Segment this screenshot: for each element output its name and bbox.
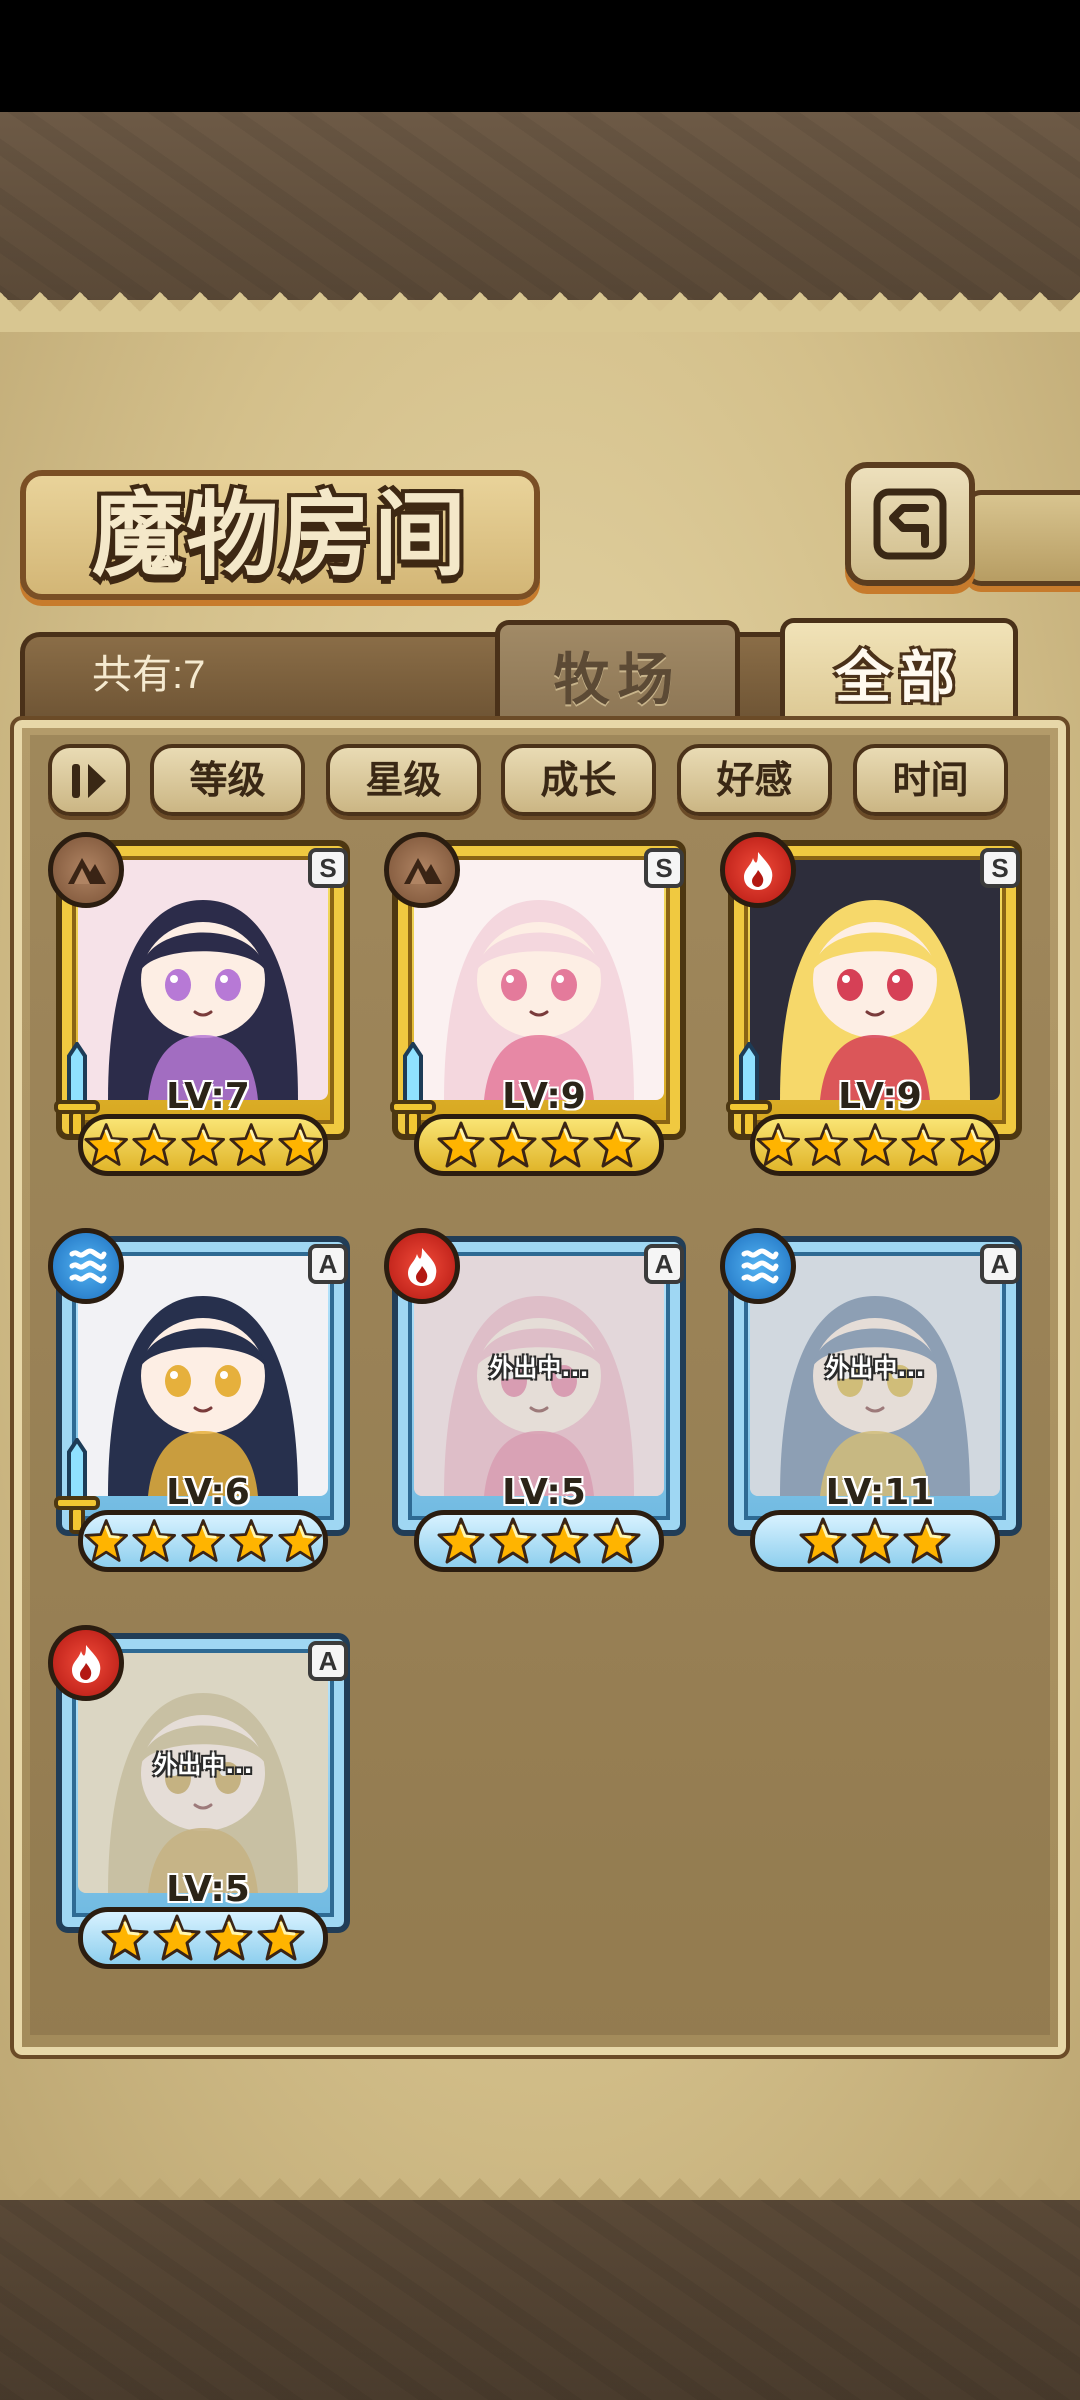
star-icon [84, 1123, 128, 1166]
star-icon [489, 1517, 537, 1564]
star-rating [750, 1114, 1000, 1176]
earth-element-badge [48, 832, 124, 908]
monster-count: 共有:7 [92, 653, 206, 697]
star-icon [437, 1517, 485, 1564]
star-icon [84, 1519, 128, 1562]
sort-by-star-button[interactable]: 星级 [326, 744, 481, 816]
rank-badge: S [308, 848, 348, 888]
water-element-icon [741, 1248, 779, 1284]
outing-status: 外出中... [489, 1354, 589, 1382]
monster-portrait [78, 1256, 328, 1496]
star-icon [101, 1914, 149, 1961]
back-arrow-icon [873, 488, 947, 560]
monster-card[interactable]: A 外出中... LV:5 [48, 1625, 358, 1970]
sort-order-toggle[interactable] [48, 744, 130, 816]
outing-status: 外出中... [825, 1354, 925, 1382]
monster-card[interactable]: A LV:6 [48, 1228, 358, 1573]
tab-ranch[interactable]: 牧场 [495, 620, 740, 732]
monster-card[interactable]: S LV:9 [720, 832, 1030, 1177]
fire-element-icon [744, 852, 773, 890]
star-rating [78, 1907, 328, 1969]
star-icon [541, 1121, 589, 1168]
panel-edge-top [0, 292, 1080, 332]
star-icon [489, 1121, 537, 1168]
monster-card[interactable]: A 外出中... LV:5 [384, 1228, 694, 1573]
status-bar [0, 0, 1080, 112]
earth-element-icon [68, 858, 106, 884]
star-icon [132, 1519, 177, 1562]
earth-element-icon [404, 858, 442, 884]
water-element-badge [720, 1228, 796, 1304]
map-background-top [0, 112, 1080, 302]
star-icon [804, 1123, 849, 1166]
star-icon [278, 1519, 322, 1562]
star-icon [799, 1517, 847, 1564]
star-icon [229, 1123, 274, 1166]
rank-badge: A [308, 1244, 348, 1284]
rank-badge: A [308, 1641, 348, 1681]
star-icon [437, 1121, 485, 1168]
monster-card[interactable]: S LV:9 [384, 832, 694, 1177]
water-element-icon [69, 1248, 107, 1284]
star-icon [229, 1519, 274, 1562]
sort-order-icon [72, 764, 106, 798]
star-icon [541, 1517, 589, 1564]
star-icon [257, 1914, 305, 1961]
rank-badge: S [980, 848, 1020, 888]
star-icon [205, 1914, 253, 1961]
map-background-bottom [0, 2200, 1080, 2400]
star-icon [593, 1517, 641, 1564]
star-icon [181, 1123, 225, 1166]
back-button-rail [965, 490, 1080, 586]
monster-portrait [750, 860, 1000, 1100]
earth-element-badge [384, 832, 460, 908]
rank-badge: A [644, 1244, 684, 1284]
fire-element-icon [72, 1645, 101, 1683]
star-rating [414, 1510, 664, 1572]
fire-element-badge [48, 1625, 124, 1701]
monster-portrait [78, 860, 328, 1100]
star-icon [950, 1123, 994, 1166]
rank-badge: A [980, 1244, 1020, 1284]
sort-by-affection-button[interactable]: 好感 [677, 744, 832, 816]
star-icon [593, 1121, 641, 1168]
star-icon [278, 1123, 322, 1166]
sort-by-growth-button[interactable]: 成长 [501, 744, 656, 816]
star-icon [153, 1914, 201, 1961]
star-icon [132, 1123, 177, 1166]
star-icon [756, 1123, 800, 1166]
fire-element-badge [720, 832, 796, 908]
tab-ranch-label: 牧场 [553, 647, 682, 713]
tab-all-label: 全部 [835, 645, 963, 711]
star-icon [901, 1123, 946, 1166]
sort-by-time-button[interactable]: 时间 [853, 744, 1008, 816]
back-button[interactable] [845, 462, 975, 586]
outing-status: 外出中... [153, 1751, 253, 1779]
monster-card[interactable]: S LV:7 [48, 832, 358, 1177]
star-icon [903, 1517, 951, 1564]
rank-badge: S [644, 848, 684, 888]
fire-element-icon [408, 1248, 437, 1286]
fire-element-badge [384, 1228, 460, 1304]
star-rating [78, 1510, 328, 1572]
tab-all[interactable]: 全部 [780, 618, 1018, 736]
monster-card[interactable]: A 外出中... LV:11 [720, 1228, 1030, 1573]
water-element-badge [48, 1228, 124, 1304]
page-title: 魔物房间 [91, 481, 468, 589]
sort-by-level-button[interactable]: 等级 [150, 744, 305, 816]
star-rating [78, 1114, 328, 1176]
star-icon [853, 1123, 897, 1166]
star-icon [181, 1519, 225, 1562]
star-icon [851, 1517, 899, 1564]
star-rating [414, 1114, 664, 1176]
monster-portrait [414, 860, 664, 1100]
star-rating [750, 1510, 1000, 1572]
